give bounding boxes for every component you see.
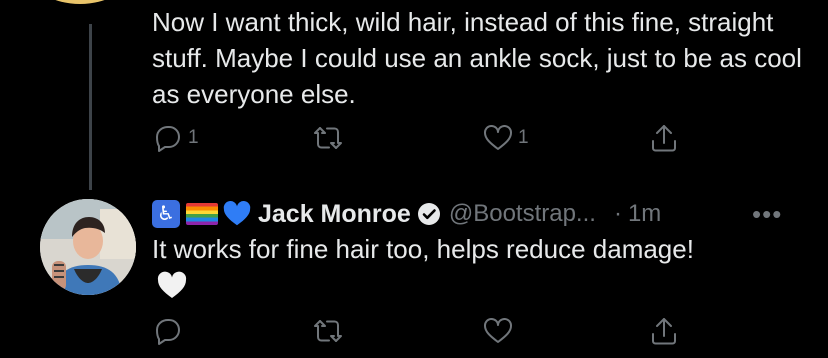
- author-handle[interactable]: @Bootstrap...: [449, 200, 596, 228]
- heart-outline-icon: [484, 318, 512, 343]
- tweet-text: Now I want thick, wild hair, instead of …: [152, 7, 802, 109]
- separator-dot: ·: [613, 200, 622, 227]
- like-button[interactable]: [482, 311, 514, 351]
- reply-count: 1: [188, 127, 199, 148]
- share-button[interactable]: [648, 311, 680, 351]
- share-button[interactable]: [648, 118, 680, 158]
- share-icon: [652, 318, 676, 345]
- tweet-text: It works for fine hair too, helps reduce…: [152, 234, 694, 264]
- reply-icon: [156, 126, 180, 152]
- more-options-icon[interactable]: •••: [752, 196, 782, 232]
- tweet-action-bar: [152, 311, 692, 351]
- author-avatar[interactable]: [40, 199, 136, 295]
- like-button[interactable]: 1: [482, 118, 529, 158]
- retweet-button[interactable]: [312, 118, 348, 158]
- wheelchair-emoji-icon: ♿: [152, 200, 180, 228]
- reply-button[interactable]: [152, 311, 184, 351]
- previous-author-avatar[interactable]: [30, 0, 130, 4]
- verified-badge-icon: [417, 203, 440, 225]
- retweet-button[interactable]: [312, 311, 344, 351]
- thread-connector-line: [89, 24, 92, 190]
- retweet-icon: [314, 127, 342, 149]
- like-count: 1: [518, 127, 529, 148]
- tweet-header: ♿ Jack Monroe @Bootstrap... · 1m: [152, 196, 661, 232]
- reply-button[interactable]: 1: [152, 118, 199, 158]
- rainbow-flag-emoji-icon: [186, 203, 218, 225]
- blue-heart-emoji-icon: [223, 201, 251, 226]
- tweet-action-bar: 1 1: [152, 118, 692, 158]
- white-heart-emoji-icon: [157, 271, 187, 298]
- author-name[interactable]: Jack Monroe: [258, 200, 411, 229]
- heart-outline-icon: [484, 125, 512, 150]
- share-icon: [652, 125, 676, 152]
- reply-icon: [156, 319, 180, 345]
- author-photo: [40, 199, 136, 295]
- retweet-icon: [314, 320, 342, 342]
- tweet-timestamp[interactable]: 1m: [628, 200, 661, 228]
